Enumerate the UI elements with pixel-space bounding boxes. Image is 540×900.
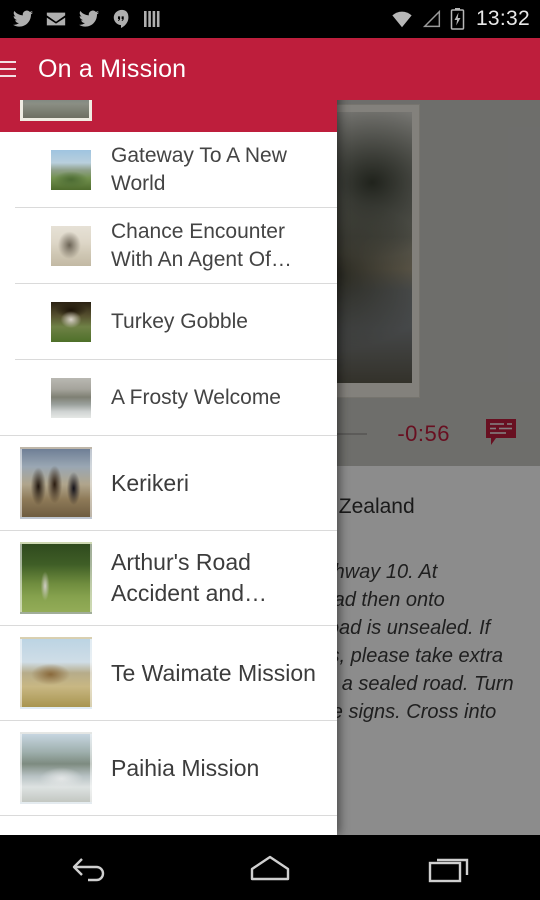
drawer-item-te-waimate-mission[interactable]: Te Waimate Mission	[0, 626, 337, 720]
cell-signal-icon	[422, 9, 441, 28]
drawer-item-a-frosty-welcome[interactable]: A Frosty Welcome	[0, 360, 337, 435]
drawer-item-thumbnail	[20, 637, 92, 709]
drawer-item-chance-encounter-with-an-agent-of[interactable]: Chance Encounter With An Agent Of…	[0, 208, 337, 283]
hamburger-menu-icon[interactable]	[0, 58, 25, 80]
drawer-item-thumbnail	[20, 732, 92, 804]
recent-apps-button[interactable]	[360, 851, 540, 885]
drawer-item-turkey-gobble[interactable]: Turkey Gobble	[0, 284, 337, 359]
back-arrow-icon	[72, 857, 105, 881]
app-bar: On a Mission	[0, 38, 540, 100]
wifi-icon	[392, 11, 412, 28]
hangouts-icon	[113, 9, 129, 28]
drawer-item-label: A Frosty Welcome	[111, 385, 281, 409]
twitter-icon	[12, 10, 34, 27]
twitter-icon	[78, 10, 100, 27]
drawer-item-thumbnail	[20, 542, 92, 614]
drawer-item-thumbnail	[51, 377, 91, 418]
home-button[interactable]	[180, 851, 360, 885]
drawer-item-kerikeri[interactable]: Kerikeri	[0, 436, 337, 530]
drawer-item-label: Te Waimate Mission	[111, 659, 316, 686]
drawer-divider	[0, 815, 337, 816]
app-bar-title: On a Mission	[38, 54, 187, 83]
battery-charging-icon	[450, 8, 465, 30]
drawer-item-label: Paihia Mission	[111, 754, 260, 781]
navigation-drawer[interactable]: Hohi/RangihouaGateway To A New WorldChan…	[0, 38, 337, 835]
drawer-item-gateway-to-a-new-world[interactable]: Gateway To A New World	[0, 132, 337, 207]
status-notification-icons	[12, 8, 390, 30]
drawer-item-label: Chance Encounter With An Agent Of…	[111, 219, 292, 271]
drawer-item-label: Turkey Gobble	[111, 309, 248, 333]
drawer-item-arthur-s-road-accident-and[interactable]: Arthur's Road Accident and…	[0, 531, 337, 625]
drawer-item-thumbnail	[51, 301, 91, 342]
home-icon	[250, 855, 290, 880]
drawer-item-thumbnail	[51, 149, 91, 190]
drawer-list[interactable]: Hohi/RangihouaGateway To A New WorldChan…	[0, 38, 337, 816]
drawer-item-label: Kerikeri	[111, 469, 189, 496]
back-button[interactable]	[0, 851, 180, 885]
drawer-item-label: Gateway To A New World	[111, 143, 287, 195]
email-icon	[46, 12, 66, 26]
status-clock: 13:32	[475, 7, 530, 30]
status-bar: 13:32	[0, 0, 540, 38]
recent-apps-icon	[428, 858, 469, 882]
drawer-item-label: Arthur's Road Accident and…	[111, 549, 267, 606]
system-navigation-bar[interactable]	[0, 835, 540, 900]
bars-icon	[144, 11, 160, 27]
drawer-item-paihia-mission[interactable]: Paihia Mission	[0, 721, 337, 815]
drawer-item-thumbnail	[51, 225, 91, 266]
status-system-icons: 13:32	[390, 7, 530, 31]
drawer-item-thumbnail	[20, 447, 92, 519]
